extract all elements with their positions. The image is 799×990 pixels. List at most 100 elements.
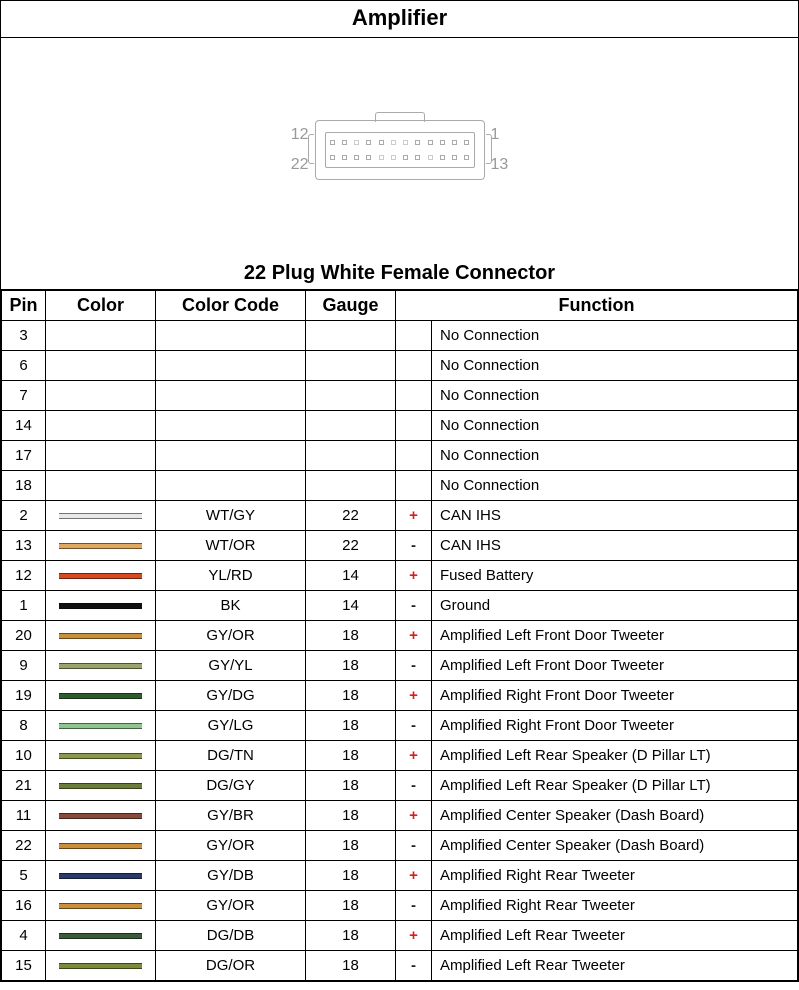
pin-cell: 7	[2, 381, 46, 411]
wire-color-swatch	[46, 501, 156, 531]
polarity-cell: -	[396, 651, 432, 681]
gauge-cell: 18	[306, 651, 396, 681]
wire-color-swatch	[46, 681, 156, 711]
pin-cell: 15	[2, 951, 46, 981]
wire-swatch-icon	[59, 963, 143, 969]
table-row: 17 No Connection	[2, 441, 798, 471]
polarity-cell: +	[396, 621, 432, 651]
gauge-cell: 18	[306, 891, 396, 921]
color-code-cell: GY/DG	[156, 681, 306, 711]
header-colorcode: Color Code	[156, 291, 306, 321]
pin-cell: 14	[2, 411, 46, 441]
connector-label-top-left: 12	[291, 127, 309, 143]
gauge-cell: 14	[306, 561, 396, 591]
pin-cell: 3	[2, 321, 46, 351]
pin-cell: 18	[2, 471, 46, 501]
wire-swatch-icon	[59, 753, 143, 759]
polarity-cell	[396, 441, 432, 471]
pin-cell: 22	[2, 831, 46, 861]
function-cell: Amplified Center Speaker (Dash Board)	[432, 801, 798, 831]
wire-swatch-icon	[59, 633, 143, 639]
polarity-cell	[396, 381, 432, 411]
table-row: 14No Connection	[2, 411, 798, 441]
color-code-cell: GY/OR	[156, 891, 306, 921]
function-cell: CAN IHS	[432, 531, 798, 561]
function-cell: Amplified Left Front Door Tweeter	[432, 621, 798, 651]
pinout-table: Pin Color Color Code Gauge Function 3No …	[1, 290, 798, 981]
connector-label-bottom-right: 13	[491, 157, 509, 173]
table-row: 7No Connection	[2, 381, 798, 411]
header-gauge: Gauge	[306, 291, 396, 321]
color-code-cell: GY/OR	[156, 831, 306, 861]
wire-color-swatch	[46, 381, 156, 411]
wire-swatch-icon	[59, 813, 143, 819]
function-cell: Amplified Left Front Door Tweeter	[432, 651, 798, 681]
connector-subtitle: 22 Plug White Female Connector	[1, 262, 798, 290]
color-code-cell	[156, 471, 306, 501]
wire-color-swatch	[46, 591, 156, 621]
polarity-cell: -	[396, 831, 432, 861]
polarity-cell	[396, 321, 432, 351]
wire-color-swatch	[46, 411, 156, 441]
color-code-cell: YL/RD	[156, 561, 306, 591]
color-code-cell	[156, 351, 306, 381]
pin-cell: 19	[2, 681, 46, 711]
function-cell: Amplified Left Rear Speaker (D Pillar LT…	[432, 741, 798, 771]
function-cell: No Connection	[432, 441, 798, 471]
table-row: 21DG/GY18-Amplified Left Rear Speaker (D…	[2, 771, 798, 801]
gauge-cell	[306, 351, 396, 381]
color-code-cell: GY/BR	[156, 801, 306, 831]
polarity-cell: +	[396, 921, 432, 951]
gauge-cell: 18	[306, 711, 396, 741]
polarity-cell: +	[396, 501, 432, 531]
table-row: 11GY/BR18+Amplified Center Speaker (Dash…	[2, 801, 798, 831]
table-row: 5GY/DB18+Amplified Right Rear Tweeter	[2, 861, 798, 891]
wire-swatch-icon	[59, 723, 143, 729]
wire-color-swatch	[46, 951, 156, 981]
table-row: 18 No Connection	[2, 471, 798, 501]
polarity-cell: +	[396, 801, 432, 831]
wire-swatch-icon	[59, 603, 143, 609]
polarity-cell: -	[396, 531, 432, 561]
wire-color-swatch	[46, 831, 156, 861]
gauge-cell: 18	[306, 771, 396, 801]
table-row: 8GY/LG18-Amplified Right Front Door Twee…	[2, 711, 798, 741]
gauge-cell	[306, 471, 396, 501]
gauge-cell: 18	[306, 621, 396, 651]
table-row: 6No Connection	[2, 351, 798, 381]
wire-color-swatch	[46, 921, 156, 951]
wire-color-swatch	[46, 801, 156, 831]
pin-cell: 11	[2, 801, 46, 831]
function-cell: No Connection	[432, 471, 798, 501]
function-cell: No Connection	[432, 351, 798, 381]
gauge-cell: 22	[306, 501, 396, 531]
pin-cell: 12	[2, 561, 46, 591]
wire-color-swatch	[46, 651, 156, 681]
color-code-cell	[156, 441, 306, 471]
pin-cell: 9	[2, 651, 46, 681]
table-row: 9GY/YL18-Amplified Left Front Door Tweet…	[2, 651, 798, 681]
table-row: 1BK14-Ground	[2, 591, 798, 621]
color-code-cell: GY/DB	[156, 861, 306, 891]
wire-color-swatch	[46, 861, 156, 891]
gauge-cell	[306, 381, 396, 411]
pin-cell: 16	[2, 891, 46, 921]
wire-color-swatch	[46, 531, 156, 561]
function-cell: Amplified Center Speaker (Dash Board)	[432, 831, 798, 861]
function-cell: Amplified Left Rear Tweeter	[432, 951, 798, 981]
table-row: 16GY/OR18-Amplified Right Rear Tweeter	[2, 891, 798, 921]
connector-right-labels: 1 13	[491, 120, 509, 180]
header-function: Function	[396, 291, 798, 321]
color-code-cell: GY/LG	[156, 711, 306, 741]
function-cell: CAN IHS	[432, 501, 798, 531]
wire-swatch-icon	[59, 663, 143, 669]
wire-color-swatch	[46, 711, 156, 741]
gauge-cell	[306, 321, 396, 351]
wire-swatch-icon	[59, 933, 143, 939]
function-cell: Amplified Right Front Door Tweeter	[432, 711, 798, 741]
pin-cell: 17	[2, 441, 46, 471]
connector-label-bottom-left: 22	[291, 157, 309, 173]
table-row: 3No Connection	[2, 321, 798, 351]
pin-cell: 4	[2, 921, 46, 951]
wire-color-swatch	[46, 621, 156, 651]
